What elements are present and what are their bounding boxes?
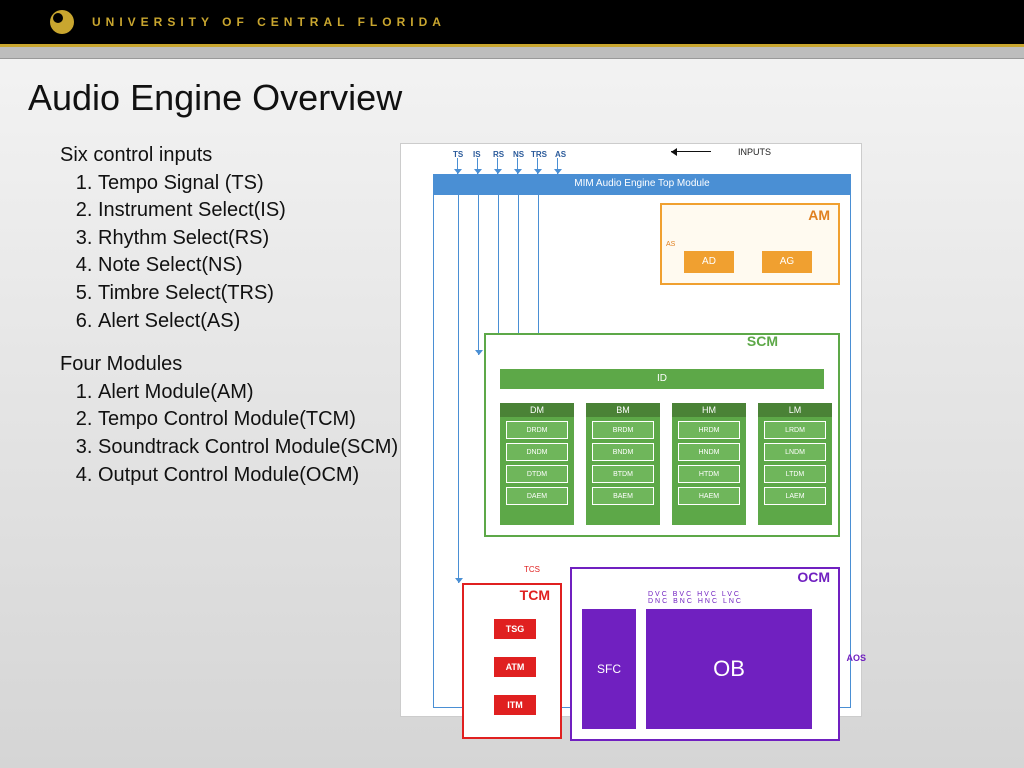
tcm-title: TCM bbox=[520, 587, 550, 603]
signal-line bbox=[518, 195, 519, 355]
org-name: UNIVERSITY OF CENTRAL FLORIDA bbox=[92, 15, 446, 29]
ocm-in-labels: DVC BVC HVC LVC DNC BNC HNC LNC bbox=[648, 591, 743, 605]
group-header: HM bbox=[672, 403, 746, 417]
aos-label: AOS bbox=[846, 653, 866, 663]
group-cell: BTDM bbox=[592, 465, 654, 483]
group-header: DM bbox=[500, 403, 574, 417]
gray-band bbox=[0, 47, 1024, 59]
list-item: Output Control Module(OCM) bbox=[98, 463, 400, 489]
header-bar: UNIVERSITY OF CENTRAL FLORIDA bbox=[0, 0, 1024, 44]
pin-label: RS bbox=[493, 150, 504, 159]
signal-line bbox=[517, 158, 518, 174]
group-cell: DTDM bbox=[506, 465, 568, 483]
tcm-sub: ATM bbox=[494, 657, 536, 677]
group-cell: HTDM bbox=[678, 465, 740, 483]
group-cell: BNDM bbox=[592, 443, 654, 461]
modules-heading: Four Modules bbox=[60, 352, 400, 378]
list-item: Tempo Signal (TS) bbox=[98, 171, 400, 197]
scm-module: SCM ID DM DRDM DNDM DTDM DAEM BM BRDM BN… bbox=[484, 333, 840, 537]
am-in-label: AS bbox=[666, 241, 675, 248]
scm-group: LM LRDM LNDM LTDM LAEM bbox=[758, 403, 832, 525]
inputs-list: Tempo Signal (TS) Instrument Select(IS) … bbox=[60, 171, 400, 335]
input-pins-row: TS IS RS NS TRS AS bbox=[453, 150, 851, 166]
list-item: Soundtrack Control Module(SCM) bbox=[98, 435, 400, 461]
list-item: Note Select(NS) bbox=[98, 253, 400, 279]
signal-line bbox=[538, 195, 539, 355]
main-container: AM AS AD AG SCM ID DM DRDM DNDM DTDM DAE… bbox=[433, 194, 851, 708]
pin-label: NS bbox=[513, 150, 524, 159]
am-sub: AD bbox=[684, 251, 734, 273]
signal-line bbox=[498, 195, 499, 355]
tcm-sub: ITM bbox=[494, 695, 536, 715]
am-sub: AG bbox=[762, 251, 812, 273]
slide-title: Audio Engine Overview bbox=[0, 59, 1024, 119]
ob-block: OB bbox=[646, 609, 812, 729]
slide-content: Six control inputs Tempo Signal (TS) Ins… bbox=[0, 119, 1024, 717]
list-item: Tempo Control Module(TCM) bbox=[98, 407, 400, 433]
ocm-module: OCM DVC BVC HVC LVC DNC BNC HNC LNC SFC … bbox=[570, 567, 840, 741]
group-cell: BRDM bbox=[592, 421, 654, 439]
text-column: Six control inputs Tempo Signal (TS) Ins… bbox=[60, 143, 400, 717]
list-item: Rhythm Select(RS) bbox=[98, 226, 400, 252]
group-cell: LTDM bbox=[764, 465, 826, 483]
signal-line bbox=[497, 158, 498, 174]
group-cell: LNDM bbox=[764, 443, 826, 461]
tcm-sub: TSG bbox=[494, 619, 536, 639]
list-item: Alert Select(AS) bbox=[98, 309, 400, 335]
am-title: AM bbox=[808, 207, 830, 223]
top-module-bar: MIM Audio Engine Top Module bbox=[433, 174, 851, 194]
group-cell: HNDM bbox=[678, 443, 740, 461]
group-cell: LRDM bbox=[764, 421, 826, 439]
pin-label: TS bbox=[453, 150, 463, 159]
arrow-left-icon bbox=[671, 151, 711, 152]
block-diagram: TS IS RS NS TRS AS INPUTS MIM Audio Engi… bbox=[400, 143, 862, 717]
sfc-block: SFC bbox=[582, 609, 636, 729]
id-bar: ID bbox=[500, 369, 824, 389]
signal-line bbox=[557, 158, 558, 174]
inputs-heading: Six control inputs bbox=[60, 143, 400, 169]
scm-group: HM HRDM HNDM HTDM HAEM bbox=[672, 403, 746, 525]
list-item: Alert Module(AM) bbox=[98, 380, 400, 406]
tcm-module: TCM TSG ATM ITM bbox=[462, 583, 562, 739]
ucf-logo-icon bbox=[50, 10, 74, 34]
ts-line bbox=[458, 195, 459, 583]
modules-list: Alert Module(AM) Tempo Control Module(TC… bbox=[60, 380, 400, 488]
group-cell: BAEM bbox=[592, 487, 654, 505]
scm-group: DM DRDM DNDM DTDM DAEM bbox=[500, 403, 574, 525]
group-cell: HRDM bbox=[678, 421, 740, 439]
scm-title: SCM bbox=[747, 333, 778, 349]
group-cell: HAEM bbox=[678, 487, 740, 505]
group-cell: LAEM bbox=[764, 487, 826, 505]
am-module: AM AS AD AG bbox=[660, 203, 840, 285]
signal-line bbox=[457, 158, 458, 174]
group-cell: DNDM bbox=[506, 443, 568, 461]
group-header: BM bbox=[586, 403, 660, 417]
inputs-label: INPUTS bbox=[738, 147, 771, 157]
ocm-title: OCM bbox=[797, 569, 830, 585]
scm-group: BM BRDM BNDM BTDM BAEM bbox=[586, 403, 660, 525]
list-item: Timbre Select(TRS) bbox=[98, 281, 400, 307]
signal-line bbox=[477, 158, 478, 174]
tcs-label: TCS bbox=[524, 565, 540, 574]
signal-line bbox=[537, 158, 538, 174]
group-header: LM bbox=[758, 403, 832, 417]
pin-label: TRS bbox=[531, 150, 547, 159]
group-cell: DRDM bbox=[506, 421, 568, 439]
signal-line bbox=[478, 195, 479, 355]
list-item: Instrument Select(IS) bbox=[98, 198, 400, 224]
group-cell: DAEM bbox=[506, 487, 568, 505]
